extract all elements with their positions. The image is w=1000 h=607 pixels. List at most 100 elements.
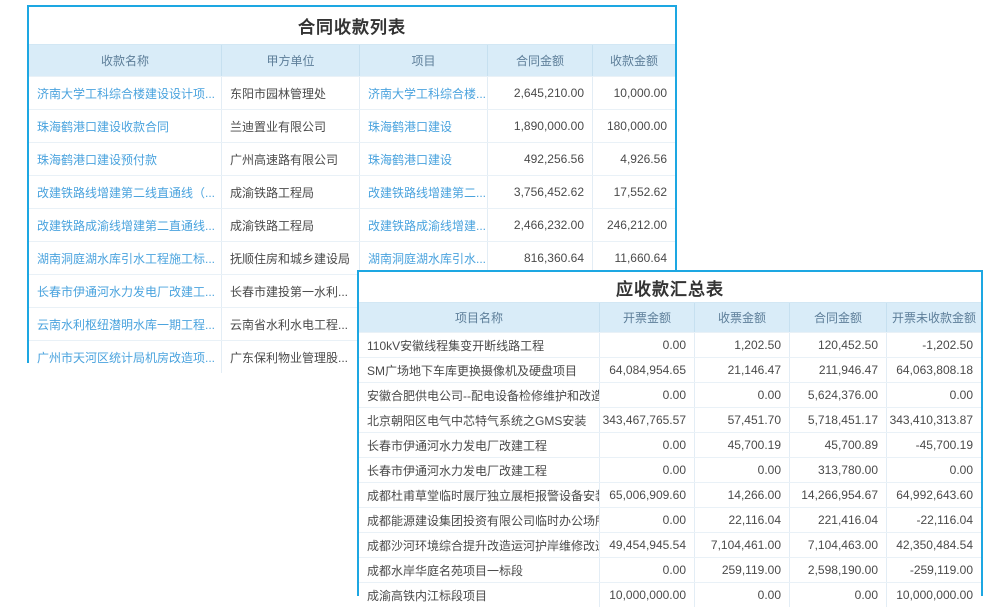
column-header: 收票金额 xyxy=(695,303,790,332)
table-row: 长春市伊通河水力发电厂改建工程0.000.00313,780.000.00 xyxy=(359,457,981,482)
column-header: 开票未收款金额 xyxy=(887,303,981,332)
table-body: 110kV安徽线程集变开断线路工程0.001,202.50120,452.50-… xyxy=(359,332,981,607)
cell: 120,452.50 xyxy=(790,333,887,357)
cell: 10,000,000.00 xyxy=(600,583,695,607)
table-header-row: 收款名称甲方单位项目合同金额收款金额 xyxy=(29,44,675,76)
cell: 64,992,643.60 xyxy=(887,483,981,507)
cell: 211,946.47 xyxy=(790,358,887,382)
cell: 0.00 xyxy=(790,583,887,607)
column-header: 项目名称 xyxy=(359,303,600,332)
table-row: 珠海鹤港口建设预付款广州高速路有限公司珠海鹤港口建设492,256.564,92… xyxy=(29,142,675,175)
cell: 成都沙河环境综合提升改造运河护岸维修改造 xyxy=(359,533,600,557)
cell: 2,598,190.00 xyxy=(790,558,887,582)
cell: 246,212.00 xyxy=(593,209,675,241)
cell: 22,116.04 xyxy=(695,508,790,532)
cell: 云南省水利水电工程... xyxy=(222,308,360,340)
cell: -45,700.19 xyxy=(887,433,981,457)
cell-link[interactable]: 珠海鹤港口建设 xyxy=(360,143,488,175)
cell: 49,454,945.54 xyxy=(600,533,695,557)
cell: 0.00 xyxy=(695,383,790,407)
panel-title: 应收款汇总表 xyxy=(359,272,981,302)
cell: 14,266.00 xyxy=(695,483,790,507)
cell: 5,718,451.17 xyxy=(790,408,887,432)
cell: 17,552.62 xyxy=(593,176,675,208)
cell: 259,119.00 xyxy=(695,558,790,582)
column-header: 收款金额 xyxy=(593,45,675,76)
cell-link[interactable]: 珠海鹤港口建设收款合同 xyxy=(29,110,222,142)
cell: 0.00 xyxy=(600,433,695,457)
cell: 北京朝阳区电气中芯特气系统之GMS安装 xyxy=(359,408,600,432)
table-row: 成都能源建设集团投资有限公司临时办公场所...0.0022,116.04221,… xyxy=(359,507,981,532)
cell-link[interactable]: 济南大学工科综合楼... xyxy=(360,77,488,109)
cell-link[interactable]: 改建铁路线增建第二... xyxy=(360,176,488,208)
cell: 1,202.50 xyxy=(695,333,790,357)
receivables-summary-panel: 应收款汇总表 项目名称开票金额收票金额合同金额开票未收款金额 110kV安徽线程… xyxy=(357,270,983,596)
cell: 57,451.70 xyxy=(695,408,790,432)
cell: 长春市伊通河水力发电厂改建工程 xyxy=(359,433,600,457)
cell: 安徽合肥供电公司--配电设备检修维护和改造 xyxy=(359,383,600,407)
cell: 0.00 xyxy=(600,383,695,407)
cell-link[interactable]: 改建铁路成渝线增建第二直通线... xyxy=(29,209,222,241)
cell-link[interactable]: 湖南洞庭湖水库引水工程施工标... xyxy=(29,242,222,274)
cell: 长春市建投第一水利... xyxy=(222,275,360,307)
cell: 343,467,765.57 xyxy=(600,408,695,432)
cell: 抚顺住房和城乡建设局 xyxy=(222,242,360,274)
cell-link[interactable]: 云南水利枢纽潜明水库一期工程... xyxy=(29,308,222,340)
cell: 长春市伊通河水力发电厂改建工程 xyxy=(359,458,600,482)
cell: 1,890,000.00 xyxy=(488,110,593,142)
cell-link[interactable]: 济南大学工科综合楼建设设计项... xyxy=(29,77,222,109)
table-row: SM广场地下车库更换摄像机及硬盘项目64,084,954.6521,146.47… xyxy=(359,357,981,382)
table-row: 长春市伊通河水力发电厂改建工程0.0045,700.1945,700.89-45… xyxy=(359,432,981,457)
cell: 64,084,954.65 xyxy=(600,358,695,382)
table-row: 济南大学工科综合楼建设设计项...东阳市园林管理处济南大学工科综合楼...2,6… xyxy=(29,76,675,109)
cell: -22,116.04 xyxy=(887,508,981,532)
cell: 492,256.56 xyxy=(488,143,593,175)
cell: 0.00 xyxy=(600,333,695,357)
cell: 3,756,452.62 xyxy=(488,176,593,208)
cell: 45,700.89 xyxy=(790,433,887,457)
cell-link[interactable]: 改建铁路线增建第二线直通线（... xyxy=(29,176,222,208)
table-row: 110kV安徽线程集变开断线路工程0.001,202.50120,452.50-… xyxy=(359,332,981,357)
cell: -259,119.00 xyxy=(887,558,981,582)
cell: 7,104,461.00 xyxy=(695,533,790,557)
cell: 成都水岸华庭名苑项目一标段 xyxy=(359,558,600,582)
table-row: 改建铁路线增建第二线直通线（...成渝铁路工程局改建铁路线增建第二...3,75… xyxy=(29,175,675,208)
cell: 广东保利物业管理股... xyxy=(222,341,360,373)
cell-link[interactable]: 珠海鹤港口建设 xyxy=(360,110,488,142)
cell: 7,104,463.00 xyxy=(790,533,887,557)
cell: 成都能源建设集团投资有限公司临时办公场所... xyxy=(359,508,600,532)
cell: 45,700.19 xyxy=(695,433,790,457)
cell: 0.00 xyxy=(600,508,695,532)
cell: 4,926.56 xyxy=(593,143,675,175)
table-row: 北京朝阳区电气中芯特气系统之GMS安装343,467,765.5757,451.… xyxy=(359,407,981,432)
cell: 313,780.00 xyxy=(790,458,887,482)
cell: 0.00 xyxy=(887,383,981,407)
cell-link[interactable]: 长春市伊通河水力发电厂改建工... xyxy=(29,275,222,307)
table-row: 成都水岸华庭名苑项目一标段0.00259,119.002,598,190.00-… xyxy=(359,557,981,582)
cell: 42,350,484.54 xyxy=(887,533,981,557)
cell: 343,410,313.87 xyxy=(887,408,981,432)
column-header: 项目 xyxy=(360,45,488,76)
cell: 成渝高铁内江标段项目 xyxy=(359,583,600,607)
cell: 65,006,909.60 xyxy=(600,483,695,507)
cell: 成都杜甫草堂临时展厅独立展柜报警设备安装... xyxy=(359,483,600,507)
cell: 0.00 xyxy=(695,458,790,482)
cell: 14,266,954.67 xyxy=(790,483,887,507)
cell: 东阳市园林管理处 xyxy=(222,77,360,109)
table-row: 安徽合肥供电公司--配电设备检修维护和改造0.000.005,624,376.0… xyxy=(359,382,981,407)
cell: 成渝铁路工程局 xyxy=(222,209,360,241)
column-header: 合同金额 xyxy=(790,303,887,332)
cell: 180,000.00 xyxy=(593,110,675,142)
cell-link[interactable]: 广州市天河区统计局机房改造项... xyxy=(29,341,222,373)
cell: 110kV安徽线程集变开断线路工程 xyxy=(359,333,600,357)
cell: 2,645,210.00 xyxy=(488,77,593,109)
cell-link[interactable]: 珠海鹤港口建设预付款 xyxy=(29,143,222,175)
table-row: 改建铁路成渝线增建第二直通线...成渝铁路工程局改建铁路成渝线增建...2,46… xyxy=(29,208,675,241)
cell: SM广场地下车库更换摄像机及硬盘项目 xyxy=(359,358,600,382)
table-row: 成渝高铁内江标段项目10,000,000.000.000.0010,000,00… xyxy=(359,582,981,607)
cell-link[interactable]: 改建铁路成渝线增建... xyxy=(360,209,488,241)
column-header: 甲方单位 xyxy=(222,45,360,76)
column-header: 合同金额 xyxy=(488,45,593,76)
cell: 21,146.47 xyxy=(695,358,790,382)
cell: -1,202.50 xyxy=(887,333,981,357)
